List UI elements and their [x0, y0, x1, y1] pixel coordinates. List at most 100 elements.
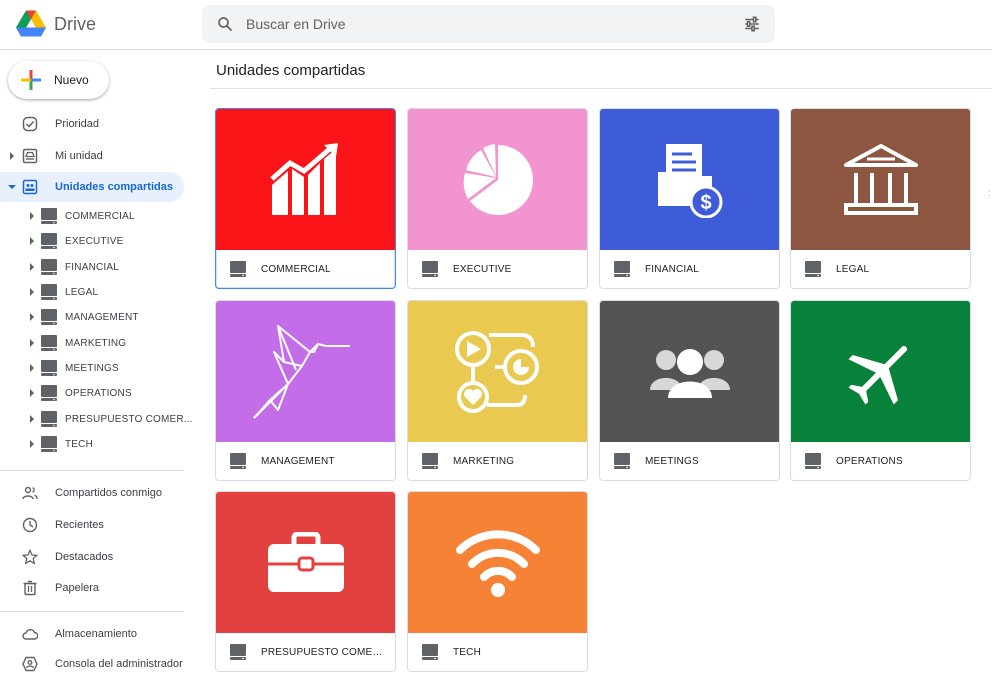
app-name[interactable]: Drive — [54, 14, 96, 35]
cloud-icon — [22, 629, 38, 640]
drive-card-banner: $ — [600, 109, 779, 250]
drive-card-banner — [791, 109, 970, 250]
drive-icon — [41, 208, 57, 224]
nav-label: Prioridad — [55, 118, 100, 130]
svg-text:$: $ — [700, 192, 711, 214]
tree-item-financial[interactable]: FINANCIAL — [0, 255, 184, 279]
drive-icon — [41, 335, 57, 351]
drive-card-banner — [600, 301, 779, 442]
drive-icon — [41, 385, 57, 401]
nav-shared-drives[interactable]: Unidades compartidas — [0, 172, 184, 202]
search-icon[interactable] — [216, 15, 234, 33]
trash-icon — [23, 580, 37, 596]
drive-card-banner — [216, 492, 395, 633]
drive-card-name: COMMERCIAL — [261, 264, 331, 275]
admin-icon — [22, 656, 38, 672]
nav-label: Papelera — [55, 582, 100, 594]
nav-priority[interactable]: Prioridad — [0, 109, 184, 139]
caret-right-icon[interactable] — [28, 212, 36, 220]
nav-label: Destacados — [55, 551, 114, 563]
tree-item-tech[interactable]: TECH — [0, 432, 184, 456]
tree-item-label: PRESUPUESTO COMER... — [65, 414, 193, 425]
caret-right-icon[interactable] — [8, 152, 16, 160]
drive-card-name: OPERATIONS — [836, 456, 903, 467]
caret-right-icon[interactable] — [28, 313, 36, 321]
nav-storage[interactable]: Almacenamiento — [0, 619, 184, 649]
caret-right-icon[interactable] — [28, 263, 36, 271]
tree-item-presupuesto[interactable]: PRESUPUESTO COMER... — [0, 407, 193, 431]
tree-item-label: EXECUTIVE — [65, 236, 124, 247]
tree-item-operations[interactable]: OPERATIONS — [0, 381, 184, 405]
nav-label: Almacenamiento — [55, 628, 137, 640]
nav-my-drive[interactable]: Mi unidad — [0, 141, 184, 171]
tree-item-marketing[interactable]: MARKETING — [0, 331, 184, 355]
drive-icon — [41, 284, 57, 300]
drive-card-management[interactable]: MANAGEMENT — [215, 300, 396, 481]
caret-right-icon[interactable] — [28, 237, 36, 245]
tree-item-commercial[interactable]: COMMERCIAL — [0, 204, 184, 228]
drive-logo-icon[interactable] — [16, 10, 46, 38]
caret-down-icon[interactable] — [8, 183, 16, 191]
drive-icon — [422, 644, 438, 660]
nav-shared-with-me[interactable]: Compartidos conmigo — [0, 478, 184, 508]
drive-icon — [41, 436, 57, 452]
drive-card-financial[interactable]: $ FINANCIAL — [599, 108, 780, 289]
drive-card-operations[interactable]: OPERATIONS — [790, 300, 971, 481]
drive-icon — [805, 261, 821, 277]
caret-right-icon[interactable] — [28, 389, 36, 397]
drive-card-tech[interactable]: TECH — [407, 491, 588, 672]
shared-drive-icon — [22, 179, 38, 195]
my-drive-icon — [22, 148, 38, 164]
new-button[interactable]: Nuevo — [8, 61, 109, 99]
drive-card-banner — [408, 492, 587, 633]
tree-item-label: MANAGEMENT — [65, 312, 139, 323]
search-options-icon[interactable] — [743, 15, 761, 33]
nav-label: Unidades compartidas — [55, 181, 173, 193]
new-button-label: Nuevo — [54, 73, 89, 87]
drive-card-executive[interactable]: EXECUTIVE — [407, 108, 588, 289]
caret-right-icon[interactable] — [28, 440, 36, 448]
drive-card-commercial[interactable]: COMMERCIAL — [215, 108, 396, 289]
check-circle-icon — [22, 116, 38, 132]
tree-item-legal[interactable]: LEGAL — [0, 280, 184, 304]
marketing-flow-icon — [454, 330, 539, 413]
search-bar[interactable] — [202, 5, 775, 43]
caret-right-icon[interactable] — [28, 339, 36, 347]
caret-right-icon[interactable] — [28, 288, 36, 296]
drive-card-banner — [791, 301, 970, 442]
nav-label: Compartidos conmigo — [55, 487, 162, 499]
title-divider — [210, 88, 992, 89]
drive-card-banner — [216, 301, 395, 442]
search-input[interactable] — [246, 14, 726, 34]
nav-admin-console[interactable]: Consola del administrador — [0, 649, 184, 679]
star-icon — [22, 549, 38, 565]
sidebar-divider — [0, 611, 184, 612]
pie-chart-icon — [463, 143, 533, 215]
tree-item-label: LEGAL — [65, 287, 99, 298]
drive-icon — [614, 261, 630, 277]
drive-card-banner — [408, 109, 587, 250]
drive-icon — [805, 453, 821, 469]
drive-card-legal[interactable]: LEGAL — [790, 108, 971, 289]
nav-starred[interactable]: Destacados — [0, 542, 184, 572]
tree-item-meetings[interactable]: MEETINGS — [0, 356, 184, 380]
tree-item-executive[interactable]: EXECUTIVE — [0, 229, 184, 253]
tree-item-label: MARKETING — [65, 338, 127, 349]
wifi-icon — [455, 529, 540, 597]
drive-card-name: MEETINGS — [645, 456, 699, 467]
drive-card-marketing[interactable]: MARKETING — [407, 300, 588, 481]
drive-card-name: PRESUPUESTO COMERC... — [261, 647, 386, 658]
tree-item-management[interactable]: MANAGEMENT — [0, 305, 184, 329]
caret-right-icon[interactable] — [28, 415, 36, 423]
drive-icon — [422, 261, 438, 277]
drive-card-presupuesto[interactable]: PRESUPUESTO COMERC... — [215, 491, 396, 672]
tree-item-label: TECH — [65, 439, 94, 450]
scrollbar-indicator[interactable]: : — [988, 188, 991, 199]
drive-icon — [422, 453, 438, 469]
caret-right-icon[interactable] — [28, 364, 36, 372]
nav-recent[interactable]: Recientes — [0, 510, 184, 540]
nav-trash[interactable]: Papelera — [0, 573, 184, 603]
drive-card-meetings[interactable]: MEETINGS — [599, 300, 780, 481]
drive-icon — [41, 411, 57, 427]
drive-card-name: MARKETING — [453, 456, 515, 467]
